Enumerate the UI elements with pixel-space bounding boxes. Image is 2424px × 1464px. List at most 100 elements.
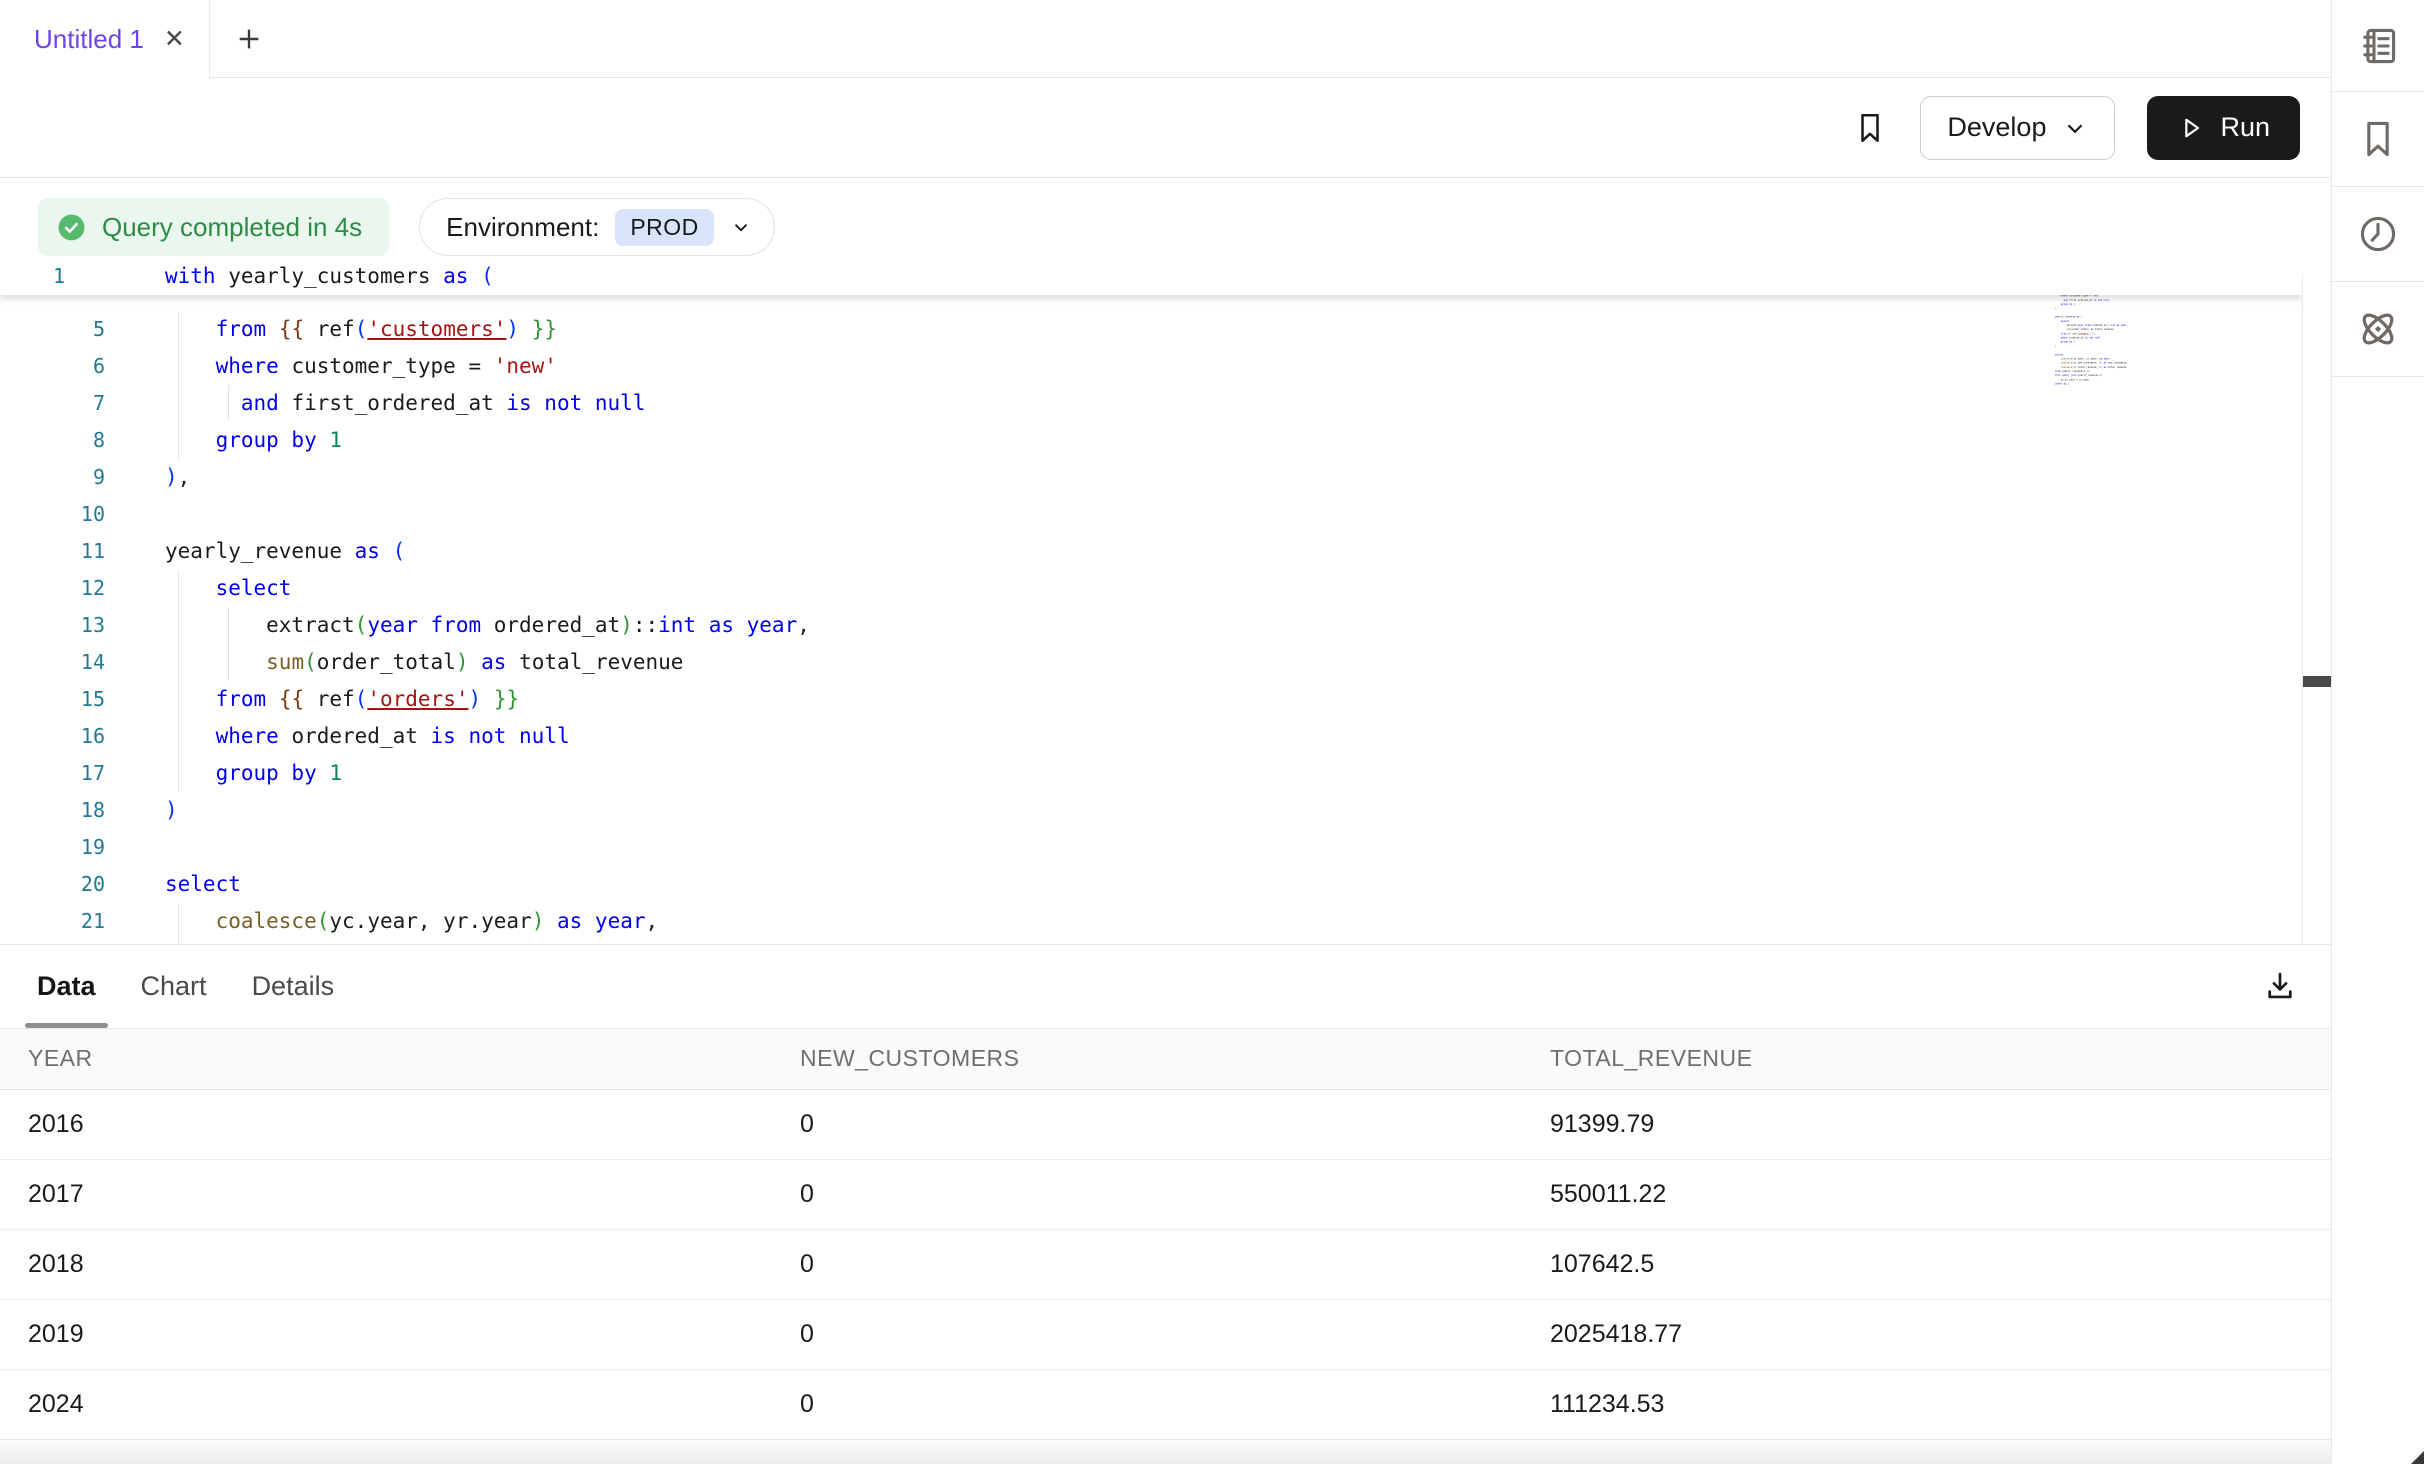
- results-tab-chart[interactable]: Chart: [137, 945, 211, 1028]
- table-row: 20180107642.5: [0, 1229, 2331, 1299]
- table-cell: 2025418.77: [1550, 1299, 2331, 1369]
- table-cell: 0: [800, 1089, 1550, 1159]
- status-row: Query completed in 4s Environment: PROD: [38, 198, 775, 256]
- query-status-text: Query completed in 4s: [102, 212, 362, 243]
- table-cell: 0: [800, 1159, 1550, 1229]
- code-line[interactable]: 11yearly_revenue as (: [0, 533, 2302, 570]
- minimap-line: order by 1: [2055, 382, 2166, 386]
- code-line[interactable]: 21 coalesce(yc.year, yr.year) as year,: [0, 903, 2302, 940]
- code-line[interactable]: 9),: [0, 459, 2302, 496]
- table-row: 20240111234.53: [0, 1369, 2331, 1439]
- code-line[interactable]: 19: [0, 829, 2302, 866]
- line-number: 1: [0, 258, 65, 295]
- code-line[interactable]: 14 sum(order_total) as total_revenue: [0, 644, 2302, 681]
- bookmark-button[interactable]: [1852, 110, 1888, 146]
- column-header: YEAR: [0, 1029, 800, 1089]
- code-line[interactable]: 5 from {{ ref('customers') }}: [0, 311, 2302, 348]
- develop-label: Develop: [1947, 112, 2046, 143]
- check-circle-icon: [56, 212, 87, 243]
- table-cell: 111234.53: [1550, 1369, 2331, 1439]
- right-sidebar: [2331, 0, 2424, 1464]
- tab-untitled-1[interactable]: Untitled 1 ✕: [0, 0, 210, 79]
- line-number: 18: [0, 792, 105, 829]
- lineage-panel-button[interactable]: [2332, 282, 2424, 377]
- table-cell: 2017: [0, 1159, 800, 1229]
- history-clock-icon: [2356, 212, 2400, 256]
- develop-dropdown[interactable]: Develop: [1920, 96, 2115, 160]
- line-number: 13: [0, 607, 105, 644]
- bookmark-icon: [1852, 110, 1888, 146]
- code-line[interactable]: 10: [0, 496, 2302, 533]
- code-line[interactable]: 15 from {{ ref('orders') }}: [0, 681, 2302, 718]
- table-cell: 0: [800, 1369, 1550, 1439]
- code-line[interactable]: 12 select: [0, 570, 2302, 607]
- new-tab-button[interactable]: [214, 0, 284, 77]
- chevron-down-icon: [2062, 115, 2088, 141]
- download-icon: [2261, 967, 2299, 1005]
- line-number: 21: [0, 903, 105, 940]
- run-button[interactable]: Run: [2147, 96, 2300, 160]
- column-header: TOTAL_REVENUE: [1550, 1029, 2331, 1089]
- environment-dropdown[interactable]: Environment: PROD: [419, 198, 775, 256]
- table-cell: 2019: [0, 1299, 800, 1369]
- table-row: 20170550011.22: [0, 1159, 2331, 1229]
- line-number: 12: [0, 570, 105, 607]
- environment-label: Environment:: [446, 212, 599, 243]
- horizontal-scrollbar[interactable]: [0, 1439, 2331, 1464]
- dbt-lineage-icon: [2355, 306, 2401, 352]
- line-number: 5: [0, 311, 105, 348]
- app-window: Untitled 1 ✕ Develop: [0, 0, 2424, 1464]
- results-table: YEARNEW_CUSTOMERSTOTAL_REVENUE 201609139…: [0, 1029, 2331, 1440]
- sticky-code-line[interactable]: 1with yearly_customers as (: [0, 258, 2302, 295]
- results-panel: Data Chart Details YEARNEW_CUSTOMERSTOTAL_…: [0, 944, 2331, 1464]
- line-number: 11: [0, 533, 105, 570]
- table-cell: 0: [800, 1299, 1550, 1369]
- query-status-badge: Query completed in 4s: [38, 198, 389, 256]
- bookmarks-panel-button[interactable]: [2332, 92, 2424, 187]
- environment-value-chip: PROD: [615, 209, 713, 246]
- table-row: 2016091399.79: [0, 1089, 2331, 1159]
- code-line[interactable]: 8 group by 1: [0, 422, 2302, 459]
- plus-icon: [233, 23, 265, 55]
- line-number: 16: [0, 718, 105, 755]
- code-line[interactable]: 20select: [0, 866, 2302, 903]
- editor-tab-bar: Untitled 1 ✕: [0, 0, 2331, 78]
- resize-grip[interactable]: [2411, 1451, 2424, 1464]
- code-line[interactable]: 7 and first_ordered_at is not null: [0, 385, 2302, 422]
- line-number: 20: [0, 866, 105, 903]
- editor-scrollbar-thumb[interactable]: [2303, 676, 2331, 687]
- editor-scrollbar-track[interactable]: [2302, 274, 2331, 944]
- tab-label: Untitled 1: [34, 24, 144, 55]
- table-cell: 91399.79: [1550, 1089, 2331, 1159]
- table-cell: 0: [800, 1229, 1550, 1299]
- results-tab-details[interactable]: Details: [248, 945, 339, 1028]
- close-icon[interactable]: ✕: [164, 27, 185, 52]
- column-header: NEW_CUSTOMERS: [800, 1029, 1550, 1089]
- notebook-panel-button[interactable]: [2332, 0, 2424, 92]
- download-button[interactable]: [2261, 967, 2299, 1005]
- table-cell: 2024: [0, 1369, 800, 1439]
- code-line[interactable]: 17 group by 1: [0, 755, 2302, 792]
- code-editor[interactable]: 1with yearly_customers as ( 5 from {{ re…: [0, 258, 2302, 944]
- code-line[interactable]: 16 where ordered_at is not null: [0, 718, 2302, 755]
- main-content: Untitled 1 ✕ Develop: [0, 0, 2331, 1464]
- line-number: 19: [0, 829, 105, 866]
- line-number: 9: [0, 459, 105, 496]
- line-number: 6: [0, 348, 105, 385]
- code-line[interactable]: 1with yearly_customers as (: [0, 258, 2302, 295]
- chevron-down-icon: [714, 216, 752, 238]
- play-icon: [2177, 114, 2205, 142]
- table-row: 201902025418.77: [0, 1299, 2331, 1369]
- line-number: 10: [0, 496, 105, 533]
- run-label: Run: [2220, 112, 2270, 143]
- code-line[interactable]: 18): [0, 792, 2302, 829]
- code-line[interactable]: 6 where customer_type = 'new': [0, 348, 2302, 385]
- history-panel-button[interactable]: [2332, 187, 2424, 282]
- line-number: 14: [0, 644, 105, 681]
- results-tab-bar: Data Chart Details: [0, 945, 2331, 1029]
- table-cell: 550011.22: [1550, 1159, 2331, 1229]
- line-number: 7: [0, 385, 105, 422]
- notebook-icon: [2356, 24, 2400, 68]
- results-tab-data[interactable]: Data: [33, 945, 100, 1028]
- code-line[interactable]: 13 extract(year from ordered_at)::int as…: [0, 607, 2302, 644]
